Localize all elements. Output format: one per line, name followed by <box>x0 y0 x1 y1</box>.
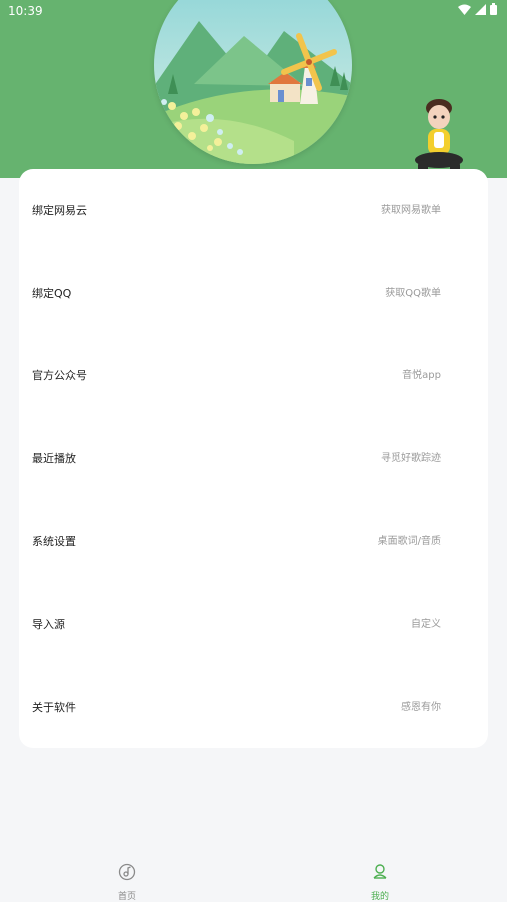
settings-menu-card: 绑定网易云 获取网易歌单 绑定QQ 获取QQ歌单 官方公众号 音悦app 最近播… <box>19 169 488 748</box>
menu-item-hint: 自定义 <box>411 619 441 630</box>
menu-item-import-source[interactable]: 导入源 自定义 <box>19 595 488 655</box>
status-icons <box>458 3 497 15</box>
menu-item-label: 绑定QQ <box>32 287 72 300</box>
menu-item-hint: 音悦app <box>402 370 441 381</box>
menu-item-label: 最近播放 <box>32 452 76 465</box>
tab-mine[interactable]: 我的 <box>330 850 430 902</box>
music-disc-icon <box>118 863 136 885</box>
menu-item-label: 导入源 <box>32 618 65 631</box>
menu-item-hint: 桌面歌词/音质 <box>377 536 441 547</box>
menu-item-official-account[interactable]: 官方公众号 音悦app <box>19 346 488 406</box>
signal-icon <box>475 3 486 15</box>
tab-label: 首页 <box>117 892 136 902</box>
menu-item-label: 绑定网易云 <box>32 204 87 217</box>
tab-label: 我的 <box>370 892 389 902</box>
menu-item-bind-netease[interactable]: 绑定网易云 获取网易歌单 <box>19 181 488 241</box>
menu-item-recent-plays[interactable]: 最近播放 寻觅好歌踪迹 <box>19 429 488 489</box>
bottom-tab-bar: 首页 我的 <box>0 850 507 902</box>
menu-item-label: 官方公众号 <box>32 369 87 382</box>
menu-item-hint: 获取网易歌单 <box>381 205 441 216</box>
menu-item-about[interactable]: 关于软件 感恩有你 <box>19 678 488 738</box>
battery-icon <box>490 3 497 15</box>
menu-item-hint: 寻觅好歌踪迹 <box>381 453 441 464</box>
menu-item-hint: 获取QQ歌单 <box>385 288 441 299</box>
menu-item-bind-qq[interactable]: 绑定QQ 获取QQ歌单 <box>19 264 488 324</box>
user-icon <box>372 863 388 883</box>
menu-item-label: 关于软件 <box>32 701 76 714</box>
menu-item-hint: 感恩有你 <box>401 702 441 713</box>
status-time: 10:39 <box>8 4 43 18</box>
menu-item-label: 系统设置 <box>32 535 76 548</box>
wifi-icon <box>458 4 471 15</box>
windmill-landscape-illustration <box>154 0 352 164</box>
tab-home[interactable]: 首页 <box>77 850 177 902</box>
menu-item-system-settings[interactable]: 系统设置 桌面歌词/音质 <box>19 512 488 572</box>
